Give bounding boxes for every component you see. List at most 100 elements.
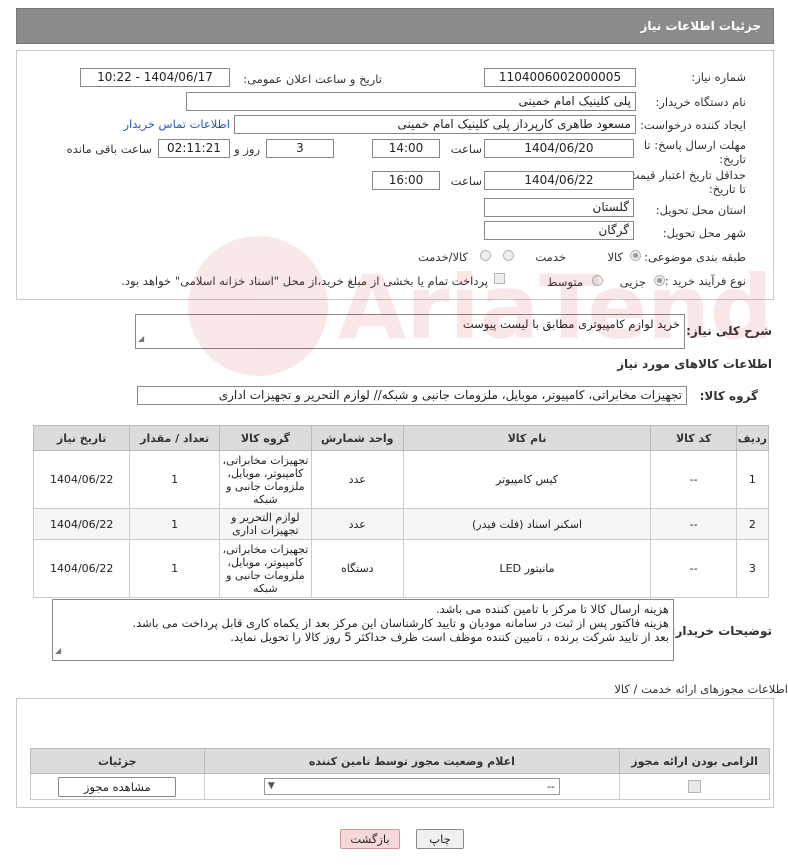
cell-date: 1404/06/22 — [32, 539, 131, 598]
goods-table-header: ردیف کد کالا نام کالا واحد شمارش گروه کا… — [32, 425, 770, 451]
remaining-time-label: ساعت باقی مانده — [66, 142, 152, 156]
cell-date: 1404/06/22 — [32, 450, 131, 509]
cell-name: اسکنر اسناد (فلت فیدر) — [402, 508, 652, 540]
cell-group: تجهیزات مخابراتی، کامپیوتر، موبایل، ملزو… — [218, 450, 312, 509]
page-title: جزئیات اطلاعات نیاز — [640, 19, 761, 33]
need-number-field[interactable]: 1104006002000005 — [484, 68, 636, 87]
col-license-details: جزئیات — [30, 748, 205, 774]
cell-qty: 1 — [129, 539, 220, 598]
min-valid-date-field[interactable]: 1404/06/22 — [484, 171, 634, 190]
cell-qty: 1 — [129, 450, 220, 509]
goods-table: ردیف کد کالا نام کالا واحد شمارش گروه کا… — [32, 425, 770, 598]
buyer-notes-textarea[interactable]: هزینه ارسال کالا تا مرکز با تامین کننده … — [52, 599, 674, 661]
col-license-required: الزامی بودن ارائه مجوز — [619, 748, 770, 774]
resize-handle-icon[interactable]: ◢ — [138, 332, 144, 346]
cell-license-required — [619, 773, 770, 800]
cell-unit: عدد — [310, 450, 404, 509]
back-button[interactable]: بازگشت — [340, 829, 400, 849]
view-license-button[interactable]: مشاهده مجوز — [58, 776, 177, 797]
category-label: طبقه بندی موضوعی: — [644, 250, 746, 264]
buyer-notes-label: توضیحات خریدار: — [670, 624, 772, 638]
description-label: شرح کلی نیاز: — [686, 324, 772, 338]
days-label: روز و — [234, 142, 260, 156]
min-valid-time-label: ساعت — [450, 174, 482, 188]
deadline-time-label: ساعت — [450, 142, 482, 156]
goods-group-field[interactable]: تجهیزات مخابراتی، کامپیوتر، موبایل، ملزو… — [137, 386, 687, 405]
deadline-date-field[interactable]: 1404/06/20 — [484, 139, 634, 158]
chevron-down-icon: ▼ — [267, 781, 275, 791]
process-label: نوع فرآیند خرید : — [664, 274, 746, 288]
process-radio-minor[interactable] — [654, 275, 665, 286]
cell-license-details: مشاهده مجوز — [30, 773, 205, 800]
process-option-medium: متوسط — [546, 275, 583, 289]
process-option-minor: جزیی — [619, 275, 646, 289]
city-label: شهر محل تحویل: — [662, 226, 746, 240]
col-license-status: اعلام وضعیت مجوز توسط تامین کننده — [203, 748, 621, 774]
category-radio-service[interactable] — [503, 250, 514, 261]
announce-datetime-field[interactable]: 1404/06/17 - 10:22 — [80, 68, 230, 87]
col-index: ردیف — [735, 425, 770, 451]
col-name: نام کالا — [402, 425, 652, 451]
announce-label: تاریخ و ساعت اعلان عمومی: — [243, 72, 382, 86]
license-required-checkbox — [688, 780, 702, 794]
license-status-value: -- — [546, 780, 555, 793]
min-valid-label-date: تا تاریخ: — [708, 182, 746, 196]
category-option-goods: کالا — [607, 250, 623, 264]
category-radio-goods-service[interactable] — [480, 250, 491, 261]
cell-group: تجهیزات مخابراتی، کامپیوتر، موبایل، ملزو… — [218, 539, 312, 598]
table-row: -- ▼ مشاهده مجوز — [30, 773, 770, 800]
description-text: خرید لوازم کامپیوتری مطابق با لیست پیوست — [462, 317, 680, 331]
creator-field[interactable]: مسعود طاهری کارپرداز پلی کلینیک امام خمی… — [234, 115, 636, 134]
cell-unit: عدد — [310, 508, 404, 540]
description-textarea[interactable]: خرید لوازم کامپیوتری مطابق با لیست پیوست… — [135, 314, 685, 349]
buyer-org-field[interactable]: پلی کلینیک امام خمینی — [186, 92, 636, 111]
table-row[interactable]: 2 -- اسکنر اسناد (فلت فیدر) عدد لوازم ال… — [32, 508, 770, 540]
buyer-contact-link[interactable]: اطلاعات تماس خریدار — [123, 117, 230, 131]
buyer-note-line: بعد از تایید شرکت برنده ، تامیین کننده م… — [230, 630, 669, 644]
cell-code: -- — [650, 508, 737, 540]
cell-name: مانیتور LED — [402, 539, 652, 598]
treasury-payment-checkbox[interactable] — [494, 273, 505, 284]
goods-group-label: گروه کالا: — [699, 389, 758, 403]
print-button[interactable]: چاپ — [416, 829, 464, 849]
cell-unit: دستگاه — [310, 539, 404, 598]
cell-qty: 1 — [129, 508, 220, 540]
col-qty: تعداد / مقدار — [129, 425, 220, 451]
cell-index: 2 — [735, 508, 770, 540]
creator-label: ایجاد کننده درخواست: — [640, 118, 746, 132]
table-row[interactable]: 1 -- کیس کامپیوتر عدد تجهیزات مخابراتی، … — [32, 450, 770, 509]
license-status-select[interactable]: -- ▼ — [263, 778, 560, 795]
buyer-note-line: هزینه فاکتور پس از ثبت در سامانه مودیان … — [132, 616, 669, 630]
deadline-label: مهلت ارسال پاسخ: تا — [643, 138, 746, 152]
cell-license-status: -- ▼ — [203, 773, 621, 800]
page-header: جزئیات اطلاعات نیاز — [16, 8, 774, 44]
category-radio-goods[interactable] — [630, 250, 641, 261]
min-valid-time-field[interactable]: 16:00 — [372, 171, 440, 190]
province-field[interactable]: گلستان — [484, 198, 634, 217]
col-group: گروه کالا — [218, 425, 312, 451]
buyer-note-line: هزینه ارسال کالا تا مرکز با تامین کننده … — [435, 602, 669, 616]
cell-code: -- — [650, 539, 737, 598]
need-number-label: شماره نیاز: — [691, 70, 746, 84]
category-option-service: خدمت — [535, 250, 566, 264]
remaining-time-field[interactable]: 02:11:21 — [158, 139, 230, 158]
province-label: استان محل تحویل: — [655, 203, 746, 217]
cell-code: -- — [650, 450, 737, 509]
city-field[interactable]: گرگان — [484, 221, 634, 240]
cell-date: 1404/06/22 — [32, 508, 131, 540]
license-table: الزامی بودن ارائه مجوز اعلام وضعیت مجوز … — [30, 748, 770, 800]
deadline-label-date: تاریخ: — [719, 152, 746, 166]
col-unit: واحد شمارش — [310, 425, 404, 451]
min-valid-label: حداقل تاریخ اعتبار قیمت: — [624, 168, 746, 182]
cell-group: لوازم التحریر و تجهیزات اداری — [218, 508, 312, 540]
cell-name: کیس کامپیوتر — [402, 450, 652, 509]
cell-index: 1 — [735, 450, 770, 509]
resize-handle-icon[interactable]: ◢ — [55, 644, 61, 658]
table-row[interactable]: 3 -- مانیتور LED دستگاه تجهیزات مخابراتی… — [32, 539, 770, 598]
buyer-org-label: نام دستگاه خریدار: — [655, 95, 746, 109]
process-radio-medium[interactable] — [592, 275, 603, 286]
col-date: تاریخ نیاز — [32, 425, 131, 451]
days-remaining-field[interactable]: 3 — [266, 139, 334, 158]
cell-index: 3 — [735, 539, 770, 598]
deadline-time-field[interactable]: 14:00 — [372, 139, 440, 158]
